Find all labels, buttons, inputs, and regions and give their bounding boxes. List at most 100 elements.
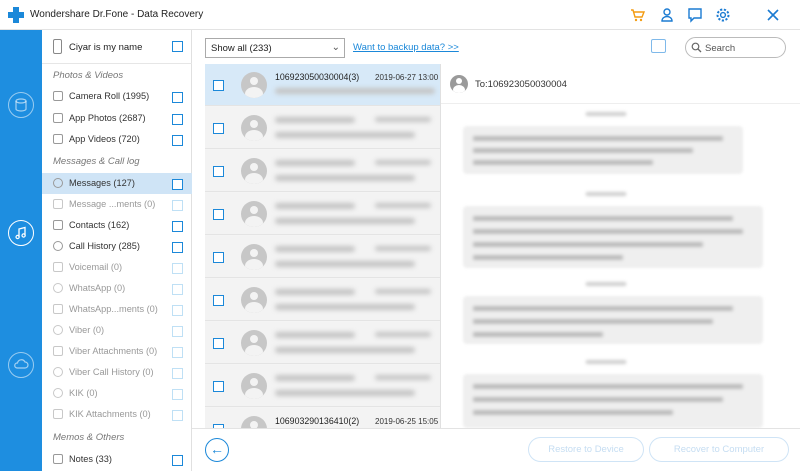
category-app-videos[interactable]: App Videos (720) (42, 129, 192, 150)
feedback-icon[interactable] (687, 7, 703, 23)
category-contacts[interactable]: Contacts (162) (42, 215, 192, 236)
backup-link[interactable]: Want to backup data? >> (353, 42, 459, 53)
device-recovery-icon[interactable] (8, 92, 34, 118)
message-number-blurred (275, 332, 355, 338)
contacts-icon (53, 220, 63, 230)
category-checkbox[interactable] (172, 263, 183, 274)
category-whatsapp-attachments[interactable]: WhatsApp...ments (0) (42, 299, 192, 320)
video-icon (53, 134, 63, 144)
category-checkbox[interactable] (172, 368, 183, 379)
category-viber-attachments[interactable]: Viber Attachments (0) (42, 341, 192, 362)
row-checkbox[interactable] (213, 209, 224, 220)
device-name: Ciyar is my name (69, 42, 143, 53)
settings-icon[interactable] (715, 7, 731, 23)
category-camera-roll[interactable]: Camera Roll (1995) (42, 86, 192, 107)
category-checkbox[interactable] (172, 221, 183, 232)
cart-icon[interactable] (630, 7, 646, 23)
category-checkbox[interactable] (172, 326, 183, 337)
print-icon[interactable] (651, 39, 666, 53)
message-text-blurred (473, 216, 733, 221)
title-bar: Wondershare Dr.Fone - Data Recovery (0, 0, 800, 30)
icloud-recovery-icon[interactable] (8, 352, 34, 378)
category-checkbox[interactable] (172, 455, 183, 466)
whatsapp-icon (53, 283, 63, 293)
category-checkbox[interactable] (172, 347, 183, 358)
row-checkbox[interactable] (213, 166, 224, 177)
category-label: Notes (33) (69, 454, 112, 464)
category-checkbox[interactable] (172, 114, 183, 125)
category-checkbox[interactable] (172, 242, 183, 253)
message-row[interactable] (205, 365, 440, 407)
message-detail-pane: To:106923050030004 (441, 64, 800, 428)
attachment-icon (53, 304, 63, 314)
row-checkbox[interactable] (213, 123, 224, 134)
row-checkbox[interactable] (213, 338, 224, 349)
message-date-blurred (375, 375, 431, 380)
category-checkbox[interactable] (172, 92, 183, 103)
message-row[interactable] (205, 236, 440, 278)
message-text-blurred (473, 319, 713, 324)
message-preview-blurred (275, 390, 415, 396)
timestamp-blurred (586, 360, 626, 364)
category-checkbox[interactable] (172, 389, 183, 400)
clock-icon (53, 241, 63, 251)
notes-icon (53, 454, 63, 464)
attachment-icon (53, 346, 63, 356)
category-checkbox[interactable] (172, 305, 183, 316)
row-checkbox[interactable] (213, 252, 224, 263)
category-checkbox[interactable] (172, 284, 183, 295)
category-viber-call-history[interactable]: Viber Call History (0) (42, 362, 192, 383)
category-checkbox[interactable] (172, 179, 183, 190)
select-all-checkbox[interactable] (172, 41, 183, 52)
message-date-blurred (375, 203, 431, 208)
row-checkbox[interactable] (213, 381, 224, 392)
search-input[interactable]: Search (685, 37, 786, 58)
restore-to-device-button[interactable]: Restore to Device (528, 437, 644, 462)
contact-avatar-icon (241, 287, 267, 313)
message-date: 2019-06-25 15:05 (375, 417, 439, 426)
row-checkbox[interactable] (213, 295, 224, 306)
row-checkbox[interactable] (213, 80, 224, 91)
filter-dropdown[interactable]: Show all (233) ⌄ (205, 38, 345, 58)
itunes-recovery-icon[interactable] (8, 220, 34, 246)
message-row[interactable] (205, 322, 440, 364)
category-messages[interactable]: Messages (127) (42, 173, 192, 194)
message-preview-blurred (275, 132, 415, 138)
back-arrow-icon[interactable]: ← (205, 438, 229, 462)
message-row[interactable] (205, 150, 440, 192)
contact-avatar-icon (241, 244, 267, 270)
category-label: Viber (0) (69, 325, 105, 335)
message-number-blurred (275, 246, 355, 252)
message-row[interactable] (205, 193, 440, 235)
category-app-photos[interactable]: App Photos (2687) (42, 108, 192, 129)
category-voicemail[interactable]: Voicemail (0) (42, 257, 192, 278)
category-message-attachments[interactable]: Message ...ments (0) (42, 194, 192, 215)
message-row[interactable]: 106903290136410(2) 2019-06-25 15:05 (205, 408, 440, 428)
category-label: Viber Call History (0) (69, 367, 154, 377)
message-row[interactable]: 106923050030004(3) 2019-06-27 13:00 (205, 64, 440, 106)
category-kik[interactable]: KIK (0) (42, 383, 192, 404)
category-viber[interactable]: Viber (0) (42, 320, 192, 341)
message-preview-blurred (275, 218, 415, 224)
category-whatsapp[interactable]: WhatsApp (0) (42, 278, 192, 299)
recover-to-computer-button[interactable]: Recover to Computer (649, 437, 789, 462)
clock-icon (53, 367, 63, 377)
category-call-history[interactable]: Call History (285) (42, 236, 192, 257)
category-kik-attachments[interactable]: KIK Attachments (0) (42, 404, 192, 425)
voicemail-icon (53, 262, 63, 272)
category-label: KIK Attachments (0) (69, 409, 151, 419)
category-notes[interactable]: Notes (33) (42, 449, 192, 470)
category-checkbox[interactable] (172, 200, 183, 211)
phone-icon (53, 39, 62, 54)
close-icon[interactable] (765, 7, 781, 23)
category-checkbox[interactable] (172, 135, 183, 146)
category-label: Viber Attachments (0) (69, 346, 158, 356)
message-row[interactable] (205, 279, 440, 321)
kik-icon (53, 388, 63, 398)
user-icon[interactable] (659, 7, 675, 23)
category-checkbox[interactable] (172, 410, 183, 421)
message-row[interactable] (205, 107, 440, 149)
message-preview-blurred (275, 88, 435, 94)
category-label: Contacts (162) (69, 220, 130, 230)
category-label: App Videos (720) (69, 134, 140, 144)
